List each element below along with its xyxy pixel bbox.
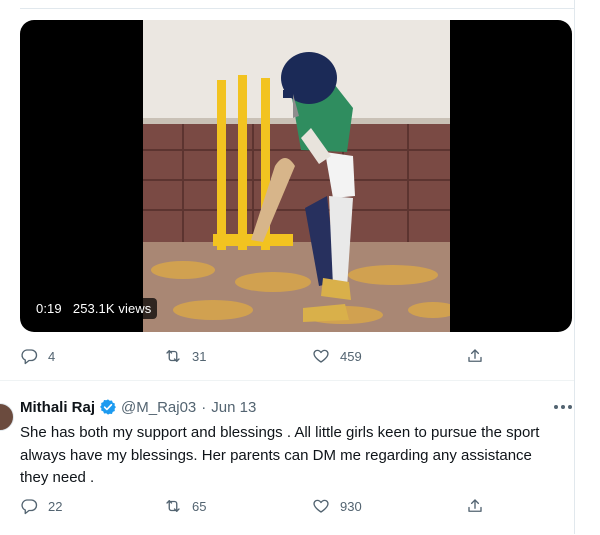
author-handle[interactable]: @M_Raj03 bbox=[121, 399, 196, 416]
share-icon bbox=[468, 499, 482, 512]
video-thumbnail bbox=[143, 20, 450, 332]
share-button[interactable] bbox=[466, 347, 484, 365]
retweet-icon bbox=[166, 500, 180, 512]
share-button-2[interactable] bbox=[466, 497, 484, 515]
tweet-header: Mithali Raj @M_Raj03 · Jun 13 bbox=[20, 398, 256, 416]
reply-button-2[interactable]: 22 bbox=[20, 497, 62, 515]
heart-icon bbox=[313, 499, 329, 513]
tweet-actions: 4 31 459 bbox=[20, 347, 500, 369]
video-stats-badge: 0:19 253.1K views bbox=[30, 298, 158, 319]
video-frame bbox=[143, 20, 450, 332]
reply-count: 4 bbox=[48, 348, 56, 364]
verified-badge-icon bbox=[100, 399, 116, 415]
reply-icon bbox=[21, 349, 38, 365]
video-duration: 0:19 bbox=[36, 301, 62, 316]
like-count: 930 bbox=[340, 498, 362, 514]
tweet-date[interactable]: Jun 13 bbox=[211, 399, 256, 416]
share-icon bbox=[468, 349, 482, 362]
more-options-icon[interactable] bbox=[552, 402, 574, 412]
reply-icon bbox=[21, 499, 38, 515]
video-player[interactable]: 0:19 253.1K views bbox=[20, 20, 572, 332]
tweet-text: She has both my support and blessings . … bbox=[20, 424, 540, 486]
like-button-2[interactable]: 930 bbox=[312, 497, 362, 515]
reply-button[interactable]: 4 bbox=[20, 347, 55, 365]
author-name[interactable]: Mithali Raj bbox=[20, 399, 95, 416]
retweet-count: 31 bbox=[192, 348, 207, 364]
like-button[interactable]: 459 bbox=[312, 347, 362, 365]
header-separator: · bbox=[201, 398, 207, 416]
retweet-button[interactable]: 31 bbox=[164, 347, 206, 365]
previous-card-edge bbox=[20, 0, 574, 9]
avatar[interactable] bbox=[0, 403, 14, 431]
timeline-border bbox=[574, 0, 575, 534]
reply-count: 22 bbox=[48, 498, 63, 514]
retweet-button-2[interactable]: 65 bbox=[164, 497, 206, 515]
heart-icon bbox=[313, 349, 329, 363]
retweet-count: 65 bbox=[192, 498, 207, 514]
video-view-count: 253.1K views bbox=[72, 301, 152, 316]
reply-tweet-actions: 22 65 930 bbox=[20, 497, 500, 519]
retweet-icon bbox=[166, 350, 180, 362]
like-count: 459 bbox=[340, 348, 362, 364]
